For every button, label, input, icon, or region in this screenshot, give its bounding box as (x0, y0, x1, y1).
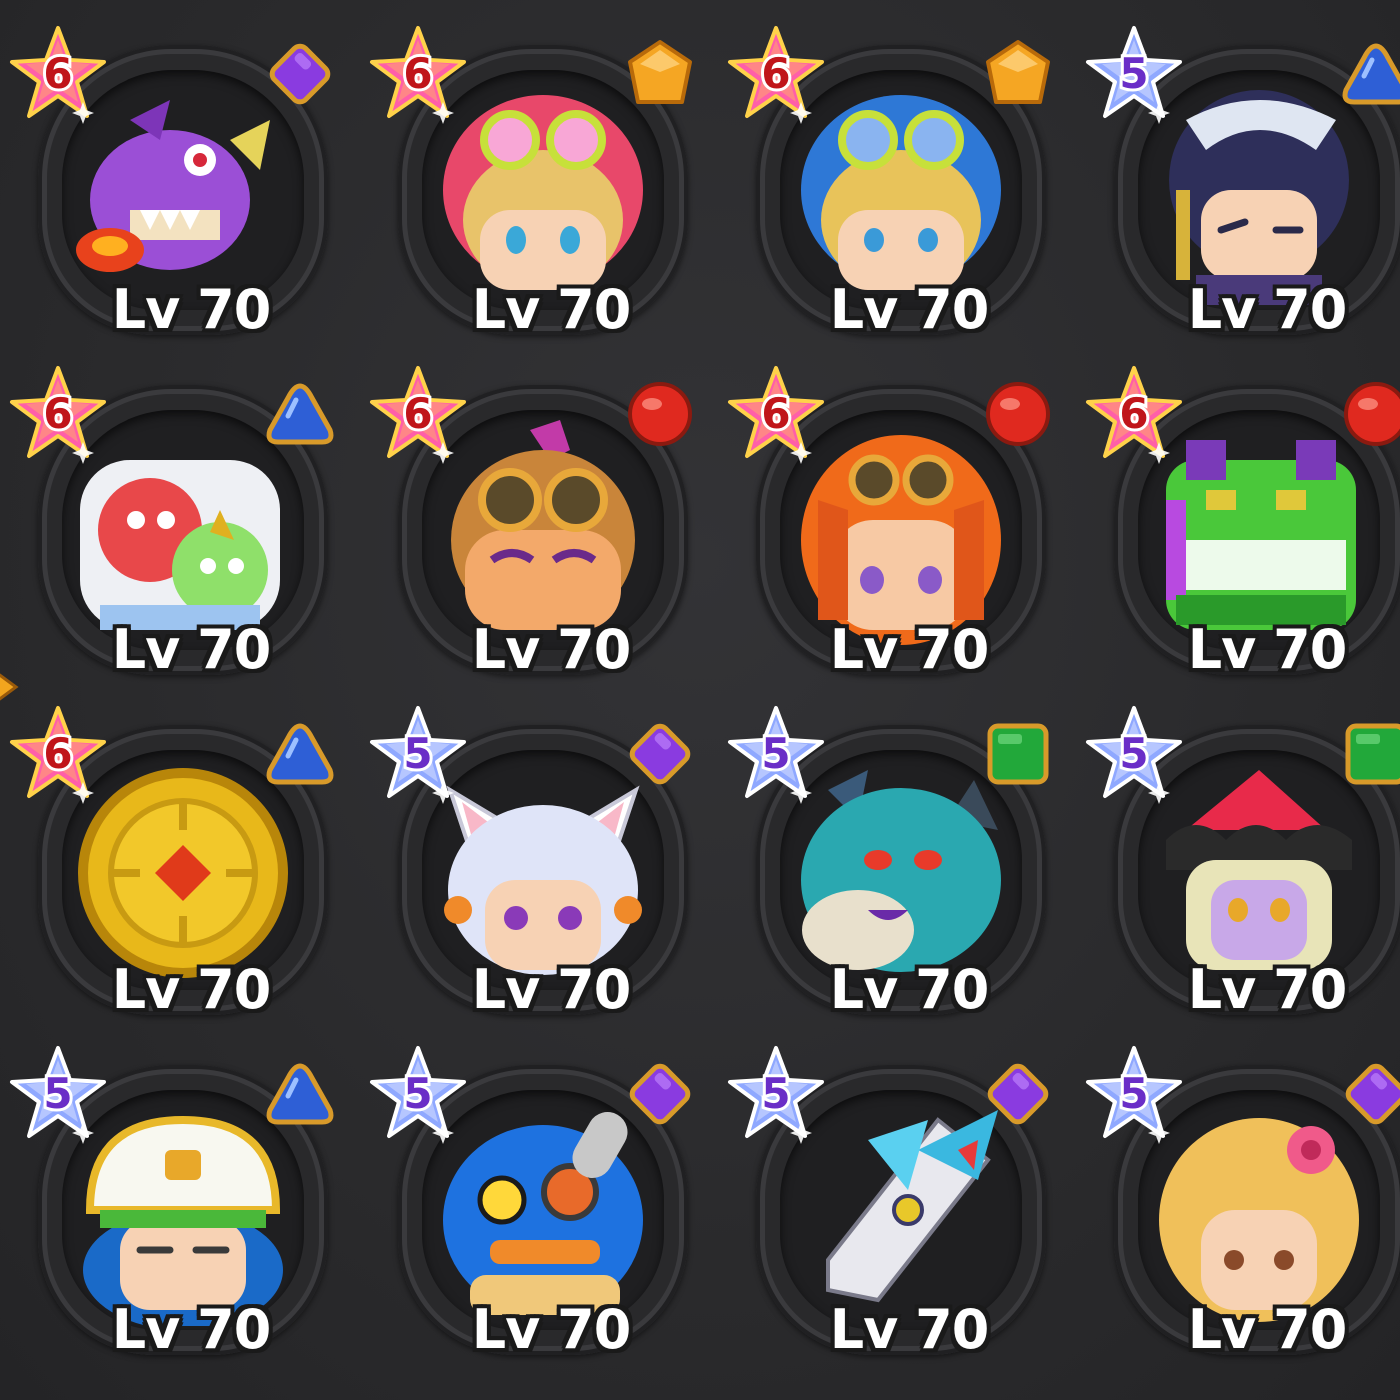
rank-number: 6 (40, 727, 75, 781)
unit-card[interactable]: 6 Lv 70 (718, 340, 1076, 680)
unit-level: Lv 70 (1187, 278, 1348, 341)
unit-level: Lv 70 (471, 278, 632, 341)
unit-card[interactable]: 5 Lv 70 (718, 680, 1076, 1020)
unit-level: Lv 70 (111, 618, 272, 681)
rank-star-icon: 5 (6, 1042, 110, 1146)
unit-level: Lv 70 (829, 618, 990, 681)
element-light-icon (618, 32, 702, 116)
rank-number: 5 (400, 1067, 435, 1121)
rank-star-icon: 5 (1082, 1042, 1186, 1146)
element-water-icon (1334, 32, 1400, 116)
rank-number: 5 (758, 727, 793, 781)
unit-level: Lv 70 (829, 1298, 990, 1361)
element-fire-icon (618, 372, 702, 456)
rank-star-icon: 5 (1082, 702, 1186, 806)
rank-star-icon: 6 (724, 22, 828, 126)
rank-number: 5 (1116, 727, 1151, 781)
rank-number: 6 (758, 47, 793, 101)
rank-star-icon: 5 (724, 702, 828, 806)
rank-star-icon: 6 (6, 362, 110, 466)
rank-star-icon: 5 (366, 1042, 470, 1146)
element-water-icon (258, 1052, 342, 1136)
rank-star-icon: 6 (6, 22, 110, 126)
element-fire-icon (976, 372, 1060, 456)
element-water-icon (258, 372, 342, 456)
element-light-icon (976, 32, 1060, 116)
rank-number: 6 (400, 387, 435, 441)
rank-number: 5 (40, 1067, 75, 1121)
unit-card[interactable]: 5 Lv 70 (1076, 1020, 1400, 1360)
unit-level: Lv 70 (1187, 1298, 1348, 1361)
unit-card[interactable]: 6 Lv 70 (0, 0, 358, 340)
unit-level: Lv 70 (1187, 618, 1348, 681)
unit-card[interactable]: 5 Lv 70 (718, 1020, 1076, 1360)
unit-card[interactable]: 6 Lv 70 (360, 340, 718, 680)
unit-card[interactable]: 6 Lv 70 (718, 0, 1076, 340)
rank-star-icon: 6 (1082, 362, 1186, 466)
element-dark-icon (976, 1052, 1060, 1136)
rank-number: 6 (1116, 387, 1151, 441)
rank-number: 5 (1116, 47, 1151, 101)
rank-star-icon: 5 (1082, 22, 1186, 126)
unit-collection-screen: 6 Lv 70 6 Lv 70 6 Lv 70 5 Lv 70 6 Lv 70 6 Lv 70 6 Lv … (0, 0, 1400, 1400)
unit-grid: 6 Lv 70 6 Lv 70 6 Lv 70 5 Lv 70 6 Lv 70 6 Lv 70 6 Lv … (0, 0, 1400, 1400)
unit-level: Lv 70 (471, 1298, 632, 1361)
element-dark-icon (1334, 1052, 1400, 1136)
rank-number: 5 (1116, 1067, 1151, 1121)
unit-level: Lv 70 (471, 958, 632, 1021)
unit-card[interactable]: 5 Lv 70 (360, 1020, 718, 1360)
rank-star-icon: 6 (724, 362, 828, 466)
rank-star-icon: 5 (724, 1042, 828, 1146)
rank-number: 5 (758, 1067, 793, 1121)
unit-level: Lv 70 (471, 618, 632, 681)
rank-number: 6 (40, 387, 75, 441)
unit-card[interactable]: 6 Lv 70 (0, 340, 358, 680)
rank-number: 5 (400, 727, 435, 781)
unit-level: Lv 70 (111, 1298, 272, 1361)
rank-star-icon: 5 (366, 702, 470, 806)
element-earth-icon (1334, 712, 1400, 796)
unit-level: Lv 70 (829, 278, 990, 341)
rank-star-icon: 6 (366, 362, 470, 466)
element-dark-icon (618, 1052, 702, 1136)
unit-card[interactable]: 6 Lv 70 (0, 680, 358, 1020)
unit-level: Lv 70 (111, 278, 272, 341)
rank-number: 6 (400, 47, 435, 101)
rank-star-icon: 6 (6, 702, 110, 806)
unit-level: Lv 70 (111, 958, 272, 1021)
rank-number: 6 (40, 47, 75, 101)
unit-card[interactable]: 5 Lv 70 (360, 680, 718, 1020)
unit-level: Lv 70 (1187, 958, 1348, 1021)
unit-card[interactable]: 5 Lv 70 (1076, 0, 1400, 340)
rank-star-icon: 6 (366, 22, 470, 126)
unit-card[interactable]: 6 Lv 70 (1076, 340, 1400, 680)
element-dark-icon (618, 712, 702, 796)
element-dark-icon (258, 32, 342, 116)
unit-card[interactable]: 5 Lv 70 (1076, 680, 1400, 1020)
unit-level: Lv 70 (829, 958, 990, 1021)
element-fire-icon (1334, 372, 1400, 456)
rank-number: 6 (758, 387, 793, 441)
unit-card[interactable]: 6 Lv 70 (360, 0, 718, 340)
element-water-icon (258, 712, 342, 796)
unit-card[interactable]: 5 Lv 70 (0, 1020, 358, 1360)
element-earth-icon (976, 712, 1060, 796)
